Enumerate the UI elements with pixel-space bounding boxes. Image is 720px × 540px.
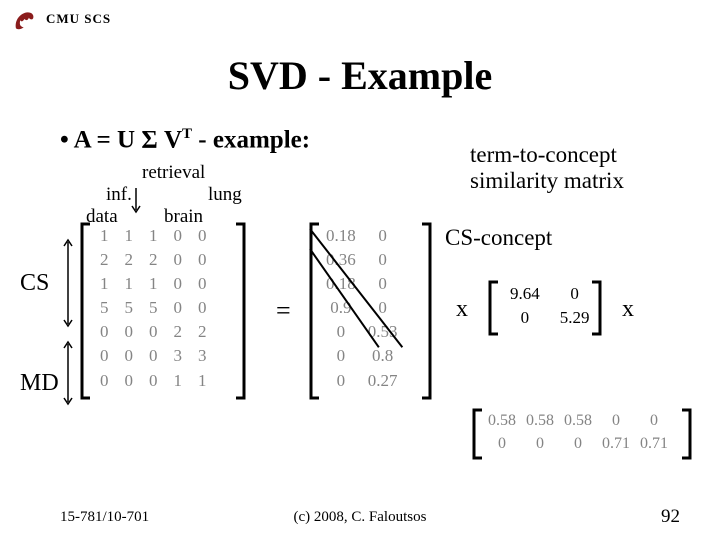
matrix-a: 11100222001110055500000220003300011 bbox=[92, 224, 215, 393]
matrix-cell: 0.71 bbox=[635, 433, 673, 456]
matrix-cell: 5 bbox=[117, 296, 142, 320]
matrix-cell: 0 bbox=[362, 224, 404, 248]
matrix-sigma: 9.64005.29 bbox=[500, 282, 600, 330]
matrix-cell: 0 bbox=[166, 296, 191, 320]
org-label: CMU SCS bbox=[46, 11, 111, 27]
row-group-md: MD bbox=[20, 370, 59, 397]
bracket-icon bbox=[486, 280, 500, 341]
matrix-cell: 2 bbox=[166, 320, 191, 344]
matrix-cell: 0 bbox=[362, 296, 404, 320]
col-lung: lung bbox=[208, 184, 242, 206]
bracket-icon bbox=[420, 222, 434, 405]
ttc-line2: similarity matrix bbox=[470, 168, 624, 194]
bullet-t: T bbox=[182, 126, 192, 142]
bullet-v: V bbox=[158, 126, 182, 153]
matrix-cell: 1 bbox=[92, 272, 117, 296]
matrix-cell: 0 bbox=[117, 344, 142, 368]
term-to-concept-label: term-to-concept similarity matrix bbox=[470, 142, 624, 195]
matrix-cell: 0.18 bbox=[320, 224, 362, 248]
bullet-post: - example: bbox=[192, 126, 310, 153]
matrix-cell: 0 bbox=[597, 410, 635, 433]
matrix-cell: 0 bbox=[483, 433, 521, 456]
matrix-cell: 0 bbox=[117, 369, 142, 393]
matrix-cell: 3 bbox=[166, 344, 191, 368]
bullet-equation: • A = U Σ VT - example: bbox=[60, 126, 310, 154]
row-group-cs: CS bbox=[20, 270, 49, 297]
matrix-cell: 1 bbox=[117, 272, 142, 296]
matrix-cell: 0 bbox=[635, 410, 673, 433]
matrix-cell: 1 bbox=[166, 369, 191, 393]
matrix-vt: 0.580.580.58000000.710.71 bbox=[483, 410, 673, 456]
matrix-cell: 0 bbox=[166, 248, 191, 272]
matrix-cell: 0 bbox=[92, 320, 117, 344]
matrix-cell: 2 bbox=[190, 320, 215, 344]
matrix-cell: 1 bbox=[117, 224, 142, 248]
slide-header: CMU SCS bbox=[12, 6, 111, 32]
matrix-cell: 5 bbox=[141, 296, 166, 320]
equals-sign: = bbox=[276, 296, 291, 326]
matrix-cell: 0.58 bbox=[559, 410, 597, 433]
matrix-cell: 0.71 bbox=[597, 433, 635, 456]
times-sign-2: x bbox=[622, 296, 634, 323]
matrix-cell: 1 bbox=[92, 224, 117, 248]
col-inf: inf. bbox=[106, 184, 132, 206]
matrix-cell: 9.64 bbox=[500, 282, 550, 306]
matrix-cell: 0.58 bbox=[483, 410, 521, 433]
matrix-cell: 0 bbox=[92, 344, 117, 368]
matrix-cell: 0 bbox=[320, 369, 362, 393]
bracket-icon bbox=[680, 408, 694, 465]
bullet-pre: • A = U bbox=[60, 126, 141, 153]
updown-arrow-md-icon bbox=[62, 340, 74, 411]
matrix-cell: 2 bbox=[117, 248, 142, 272]
footer-copyright: (c) 2008, C. Faloutsos bbox=[0, 509, 720, 526]
matrix-cell: 0 bbox=[141, 369, 166, 393]
matrix-cell: 0 bbox=[117, 320, 142, 344]
matrix-cell: 0.27 bbox=[362, 369, 404, 393]
a-column-labels: retrieval inf. lung data brain bbox=[86, 162, 258, 222]
cs-concept-label: CS-concept bbox=[445, 225, 552, 251]
matrix-cell: 0 bbox=[92, 369, 117, 393]
bracket-icon bbox=[234, 222, 248, 405]
matrix-cell: 2 bbox=[92, 248, 117, 272]
matrix-cell: 0 bbox=[362, 272, 404, 296]
matrix-cell: 0 bbox=[320, 344, 362, 368]
matrix-cell: 1 bbox=[190, 369, 215, 393]
bracket-icon bbox=[470, 408, 484, 465]
bracket-icon bbox=[78, 222, 92, 405]
matrix-cell: 0 bbox=[190, 296, 215, 320]
cmu-griffin-icon bbox=[12, 6, 38, 32]
matrix-cell: 1 bbox=[141, 224, 166, 248]
matrix-cell: 0 bbox=[320, 320, 362, 344]
matrix-cell: 3 bbox=[190, 344, 215, 368]
matrix-cell: 0.8 bbox=[362, 344, 404, 368]
matrix-cell: 0 bbox=[500, 306, 550, 330]
footer-pagenum: 92 bbox=[661, 506, 680, 528]
down-arrow-icon bbox=[130, 186, 142, 221]
matrix-cell: 5 bbox=[92, 296, 117, 320]
matrix-cell: 0 bbox=[559, 433, 597, 456]
matrix-cell: 0.58 bbox=[521, 410, 559, 433]
col-retrieval: retrieval bbox=[142, 162, 205, 184]
slide-title: SVD - Example bbox=[0, 52, 720, 99]
bullet-sigma: Σ bbox=[141, 126, 157, 153]
matrix-cell: 0 bbox=[190, 272, 215, 296]
matrix-cell: 0 bbox=[166, 272, 191, 296]
updown-arrow-cs-icon bbox=[62, 238, 74, 333]
times-sign-1: x bbox=[456, 296, 468, 323]
matrix-cell: 0 bbox=[141, 320, 166, 344]
matrix-cell: 0 bbox=[190, 248, 215, 272]
matrix-cell: 0 bbox=[362, 248, 404, 272]
bracket-icon bbox=[590, 280, 604, 341]
matrix-cell: 0 bbox=[166, 224, 191, 248]
matrix-cell: 0 bbox=[190, 224, 215, 248]
matrix-u: 0.1800.3600.1800.9000.5300.800.27 bbox=[320, 224, 404, 393]
matrix-cell: 0 bbox=[141, 344, 166, 368]
matrix-cell: 2 bbox=[141, 248, 166, 272]
ttc-line1: term-to-concept bbox=[470, 142, 624, 168]
matrix-cell: 0 bbox=[521, 433, 559, 456]
matrix-cell: 1 bbox=[141, 272, 166, 296]
